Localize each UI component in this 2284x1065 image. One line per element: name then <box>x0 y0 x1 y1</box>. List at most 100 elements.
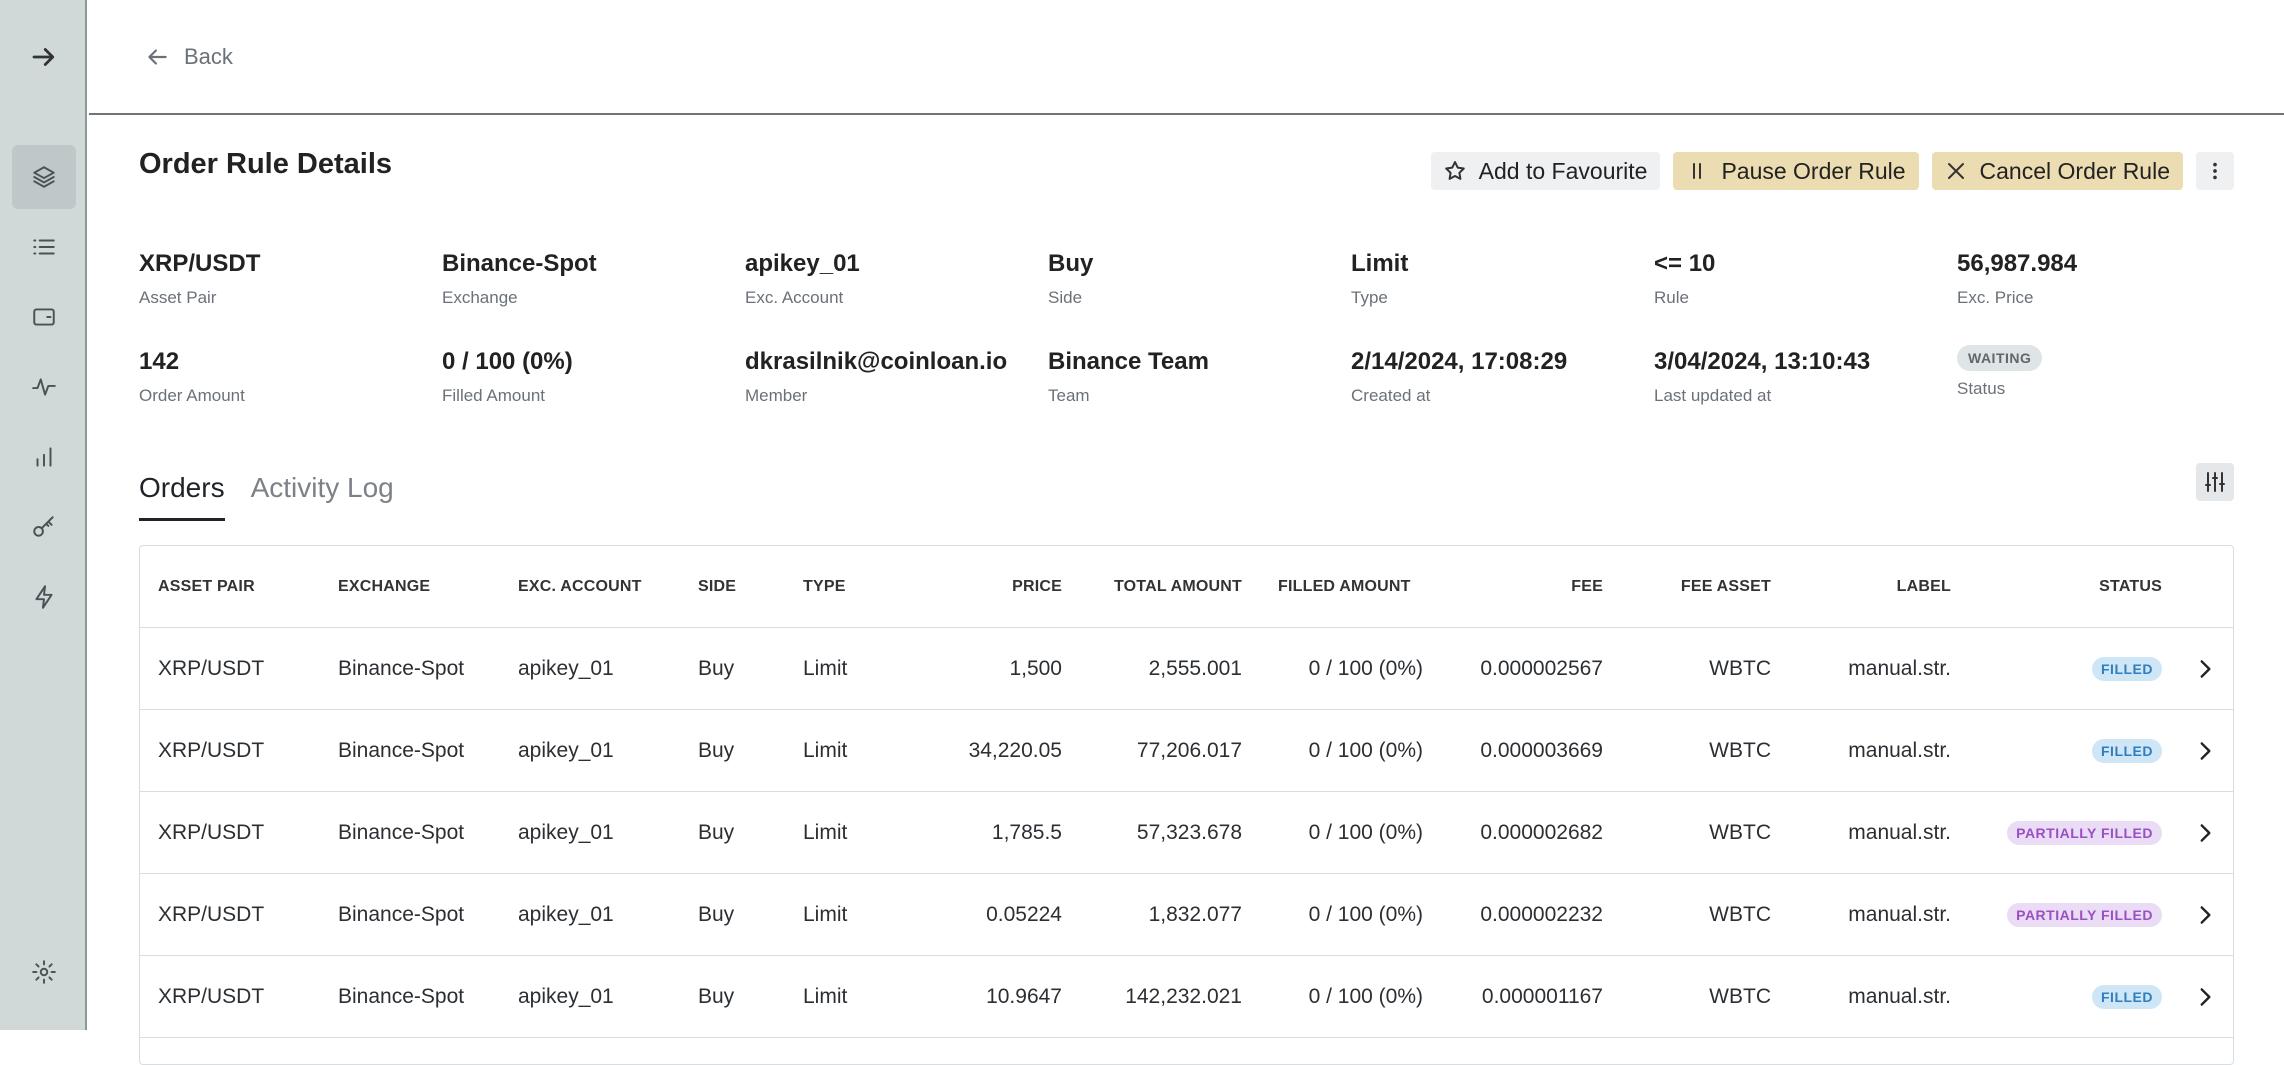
cell-fee: 0.000002682 <box>1480 821 1603 844</box>
cell-status: FILLED <box>1951 956 2162 1038</box>
back-label: Back <box>184 44 233 69</box>
table-row[interactable]: XRP/USDT Binance-Spot apikey_01 Buy Limi… <box>140 792 2233 874</box>
cell-type: Limit <box>803 903 848 926</box>
cell-label: manual.str. <box>1848 903 1951 926</box>
detail-value: <= 10 <box>1654 250 1716 277</box>
table-row[interactable]: XRP/USDT Binance-Spot apikey_01 Buy Limi… <box>140 874 2233 956</box>
sidebar-item-activity[interactable] <box>12 355 76 419</box>
detail-rule: <= 10 Rule <box>1654 250 1944 308</box>
cell-type: Limit <box>803 985 848 1008</box>
sidebar-item-order-rules[interactable] <box>12 145 76 209</box>
table-row[interactable]: XRP/USDT Binance-Spot apikey_01 Buy Limi… <box>140 628 2233 710</box>
table-row[interactable]: XRP/USDT Binance-Spot apikey_01 Buy Limi… <box>140 710 2233 792</box>
cell-filled-amount: 0 / 100 (0%) <box>1308 657 1423 680</box>
more-vertical-icon <box>2213 162 2217 180</box>
cell-total-amount: 142,232.021 <box>1125 985 1242 1008</box>
tab-orders[interactable]: Orders <box>139 472 225 521</box>
detail-exc-price: 56,987.984 Exc. Price <box>1957 250 2247 308</box>
column-header: SIDE <box>698 578 737 595</box>
table-row[interactable]: XRP/USDT Binance-Spot apikey_01 Buy Limi… <box>140 956 2233 1038</box>
row-open-button[interactable] <box>2192 956 2218 1038</box>
key-icon <box>33 516 54 537</box>
detail-value: 3/04/2024, 13:10:43 <box>1654 348 1871 375</box>
pause-icon <box>1693 163 1702 179</box>
chevron-right-icon <box>2200 660 2211 678</box>
detail-label: Rule <box>1654 288 1689 307</box>
detail-label: Order Amount <box>139 386 245 405</box>
row-open-button[interactable] <box>2192 792 2218 874</box>
cell-asset-pair: XRP/USDT <box>158 985 265 1008</box>
page-title: Order Rule Details <box>139 148 393 180</box>
cell-label: manual.str. <box>1848 985 1951 1008</box>
cell-price: 10.9647 <box>986 985 1062 1008</box>
lightning-icon <box>35 585 53 609</box>
detail-label: Last updated at <box>1654 386 1772 405</box>
detail-value: apikey_01 <box>745 250 860 277</box>
detail-value: 0 / 100 (0%) <box>442 348 573 375</box>
table-settings-button[interactable] <box>2196 463 2234 501</box>
cell-fee-asset: WBTC <box>1709 903 1771 926</box>
detail-member: dkrasilnik@coinloan.io Member <box>745 348 1035 406</box>
column-header: PRICE <box>1012 578 1062 595</box>
detail-value: 142 <box>139 348 180 375</box>
activity-icon <box>32 378 56 396</box>
detail-value: 2/14/2024, 17:08:29 <box>1351 348 1568 375</box>
sidebar-item-settings[interactable] <box>12 940 76 1004</box>
status-badge: PARTIALLY FILLED <box>2007 821 2162 845</box>
action-bar: Add to Favourite Pause Order Rule Cancel… <box>1430 152 2234 190</box>
cell-price: 34,220.05 <box>968 739 1062 762</box>
sidebar-item-reports[interactable] <box>12 425 76 489</box>
cell-status: PARTIALLY FILLED <box>1951 792 2162 874</box>
detail-exc-account: apikey_01 Exc. Account <box>745 250 1035 308</box>
row-open-button[interactable] <box>2192 710 2218 792</box>
sidebar-item-automation[interactable] <box>12 565 76 629</box>
detail-value: XRP/USDT <box>139 250 261 277</box>
detail-label: Status <box>1957 379 2006 398</box>
row-open-button[interactable] <box>2192 628 2218 710</box>
detail-label: Exc. Price <box>1957 288 2034 307</box>
detail-label: Side <box>1048 288 1083 307</box>
back-link[interactable]: Back <box>144 40 233 74</box>
row-open-button[interactable] <box>2192 874 2218 956</box>
add-to-favourite-button[interactable]: Add to Favourite <box>1430 152 1661 190</box>
cell-filled-amount: 0 / 100 (0%) <box>1308 985 1423 1008</box>
sidebar-item-wallet[interactable] <box>12 285 76 349</box>
cell-fee-asset: WBTC <box>1709 985 1771 1008</box>
column-header: FILLED AMOUNT <box>1278 578 1411 595</box>
cell-total-amount: 1,832.077 <box>1148 903 1242 926</box>
detail-label: Member <box>745 386 808 405</box>
sidebar <box>0 0 87 1030</box>
cell-side: Buy <box>698 657 735 680</box>
expand-sidebar-button[interactable] <box>12 25 76 89</box>
cell-asset-pair: XRP/USDT <box>158 821 265 844</box>
column-header: LABEL <box>1896 578 1951 595</box>
detail-label: Exchange <box>442 288 518 307</box>
cell-exchange: Binance-Spot <box>338 821 465 844</box>
cancel-label: Cancel Order Rule <box>1979 157 2170 184</box>
status-badge: PARTIALLY FILLED <box>2007 903 2162 927</box>
detail-label: Type <box>1351 288 1388 307</box>
sidebar-item-api-keys[interactable] <box>12 495 76 559</box>
top-bar <box>89 0 2284 115</box>
cell-price: 1,785.5 <box>991 821 1062 844</box>
wallet-icon <box>33 308 55 326</box>
arrow-left-icon <box>148 49 167 65</box>
sidebar-item-list[interactable] <box>12 215 76 279</box>
tab-activity-log[interactable]: Activity Log <box>251 472 394 521</box>
cancel-order-rule-button[interactable]: Cancel Order Rule <box>1931 152 2183 190</box>
column-header: EXC. ACCOUNT <box>518 578 642 595</box>
detail-filled-amount: 0 / 100 (0%) Filled Amount <box>442 348 732 406</box>
cell-exc-account: apikey_01 <box>518 985 614 1008</box>
cell-exchange: Binance-Spot <box>338 657 465 680</box>
arrow-right-icon <box>32 48 55 66</box>
cell-asset-pair: XRP/USDT <box>158 739 265 762</box>
more-options-button[interactable] <box>2196 152 2234 190</box>
pause-order-rule-button[interactable]: Pause Order Rule <box>1673 152 1919 190</box>
cell-fee-asset: WBTC <box>1709 739 1771 762</box>
detail-side: Buy Side <box>1048 250 1338 308</box>
sliders-icon <box>2205 472 2225 492</box>
cell-status: PARTIALLY FILLED <box>1951 874 2162 956</box>
cell-fee: 0.000003669 <box>1480 739 1603 762</box>
table-header: ASSET PAIR EXCHANGE EXC. ACCOUNT SIDE TY… <box>140 546 2233 628</box>
cell-label: manual.str. <box>1848 739 1951 762</box>
